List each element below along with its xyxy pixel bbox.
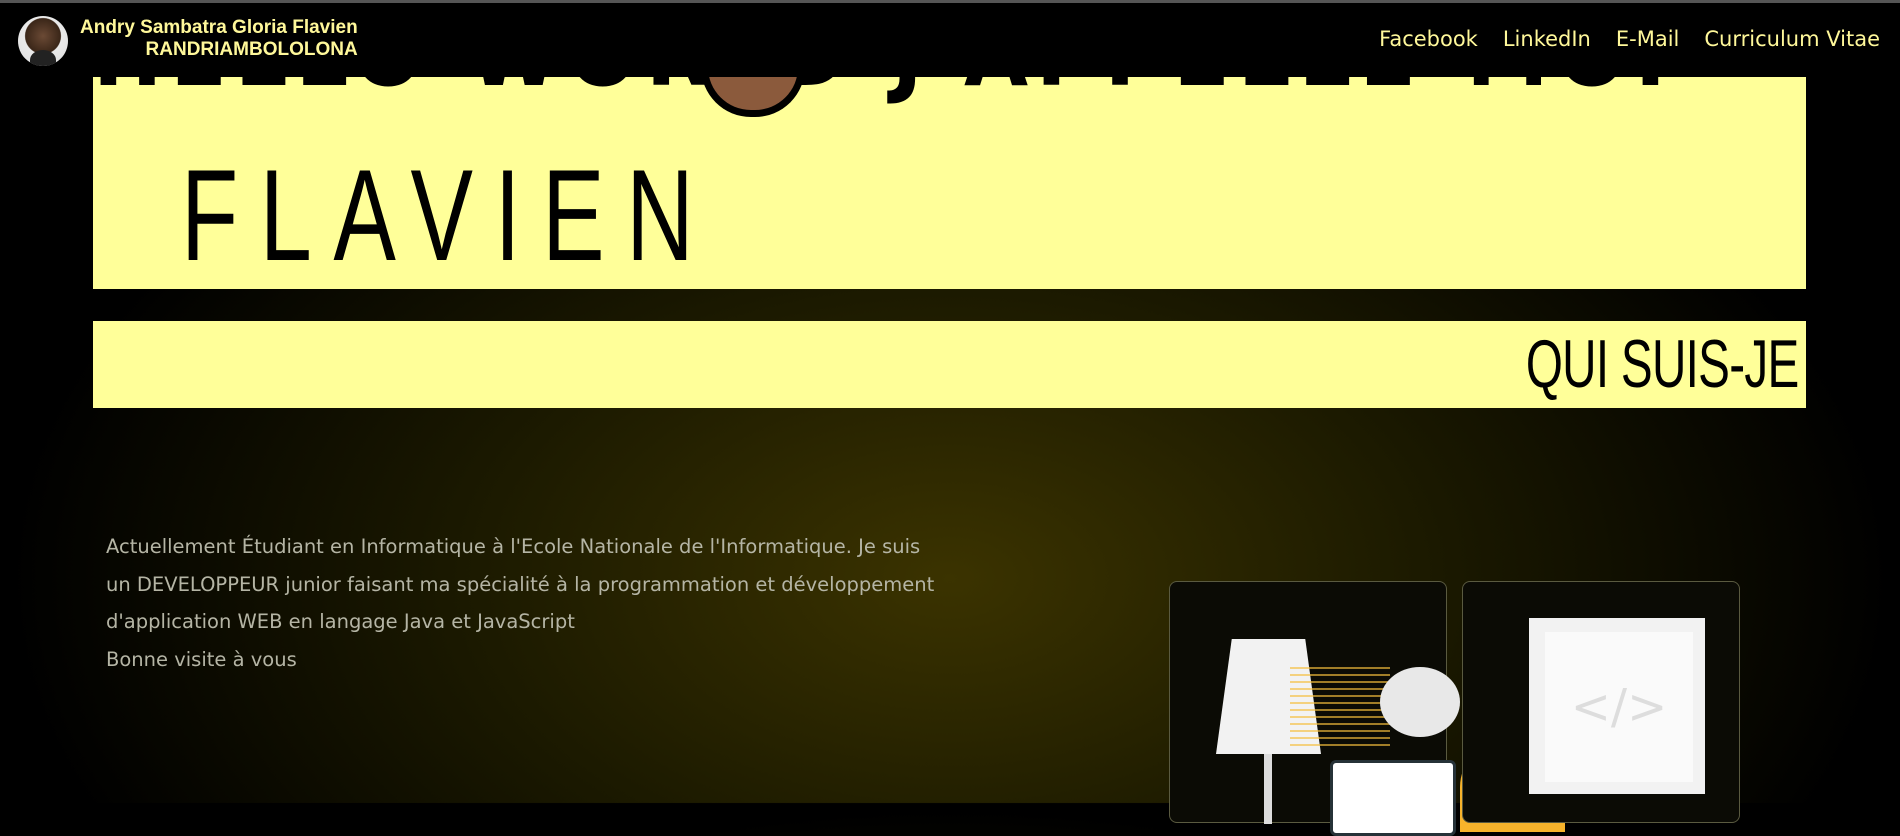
nav-facebook-link[interactable]: Facebook (1379, 27, 1478, 51)
author-name: Andry Sambatra Gloria Flavien RANDRIAMBO… (80, 17, 358, 61)
nav-email-link[interactable]: E-Mail (1616, 27, 1680, 51)
code-symbol-card: </> (1462, 581, 1740, 823)
about-title: QUI SUIS-JE (1525, 326, 1798, 402)
lamp-pole (1264, 754, 1272, 824)
hero-banner: HELLO WORLD J'APPELLE-MOI FLAVIEN (93, 40, 1806, 289)
nav-cv-link[interactable]: Curriculum Vitae (1704, 27, 1880, 51)
code-symbol: </> (1545, 632, 1693, 782)
about-description: Actuellement Étudiant en Informatique à … (106, 528, 966, 678)
author-name-line1: Andry Sambatra Gloria Flavien (80, 17, 358, 38)
author-name-line2: RANDRIAMBOLOLONA (145, 39, 358, 60)
about-line-2: un DEVELOPPEUR junior faisant ma spécial… (106, 572, 935, 596)
about-section-header: QUI SUIS-JE (93, 321, 1806, 408)
code-lines-illustration (1290, 667, 1390, 747)
plant-icon (1380, 667, 1460, 737)
about-line-4: Bonne visite à vous (106, 647, 297, 671)
profile-avatar (18, 16, 68, 66)
developer-illustration-card (1169, 581, 1565, 836)
main-nav: Facebook LinkedIn E-Mail Curriculum Vita… (1379, 27, 1880, 51)
about-line-1: Actuellement Étudiant en Informatique à … (106, 535, 921, 558)
hero-name: FLAVIEN (181, 142, 716, 288)
about-line-3: d'application WEB en langage Java et Jav… (106, 610, 575, 633)
nav-linkedin-link[interactable]: LinkedIn (1503, 27, 1591, 51)
laptop-icon (1330, 760, 1456, 836)
code-window-icon: </> (1529, 618, 1705, 794)
top-navigation-bar: Andry Sambatra Gloria Flavien RANDRIAMBO… (0, 0, 1900, 77)
